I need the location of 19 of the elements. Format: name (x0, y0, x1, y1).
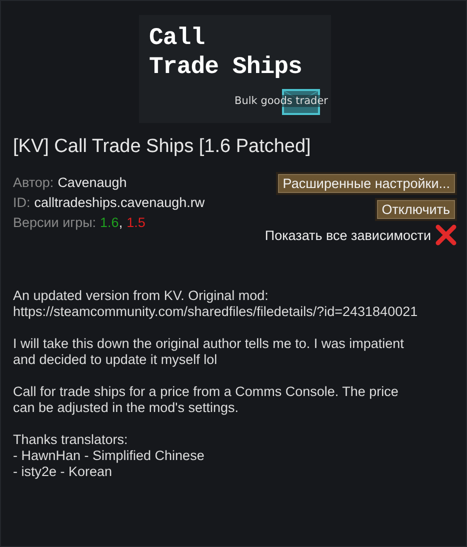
description-paragraph: I will take this down the original author tells me to. I was impatient and decided to update it myself lol (13, 336, 405, 368)
description-paragraph: Call for trade ships for a price from a Comms Console. The price can be adjusted in the mod's settings. (13, 384, 400, 416)
checkbox-cross-icon[interactable] (435, 224, 457, 246)
description-paragraph: An updated version from KV. Original mod: https://steamcommunity.com/sharedfiles/filedetails/?id=2431840021 (13, 288, 419, 320)
preview-caption: Bulk goods trader (234, 95, 329, 107)
game-version: 1.5 (126, 215, 146, 230)
mod-id: calltradeships.cavenaugh.rw (34, 195, 205, 210)
author-name: Cavenaugh (58, 175, 127, 190)
action-button[interactable]: Отключить (374, 198, 457, 221)
show-dependencies-label: Показать все зависимости (264, 228, 431, 242)
mod-title: [KV] Call Trade Ships [1.6 Patched] (13, 136, 312, 158)
game-version: 1.6 (100, 215, 119, 230)
description-paragraph: Thanks translators: - HawnHan - Simplified Chinese - isty2e - Korean (13, 432, 206, 480)
comma: , (118, 215, 123, 230)
preview-title: Call Trade Ships (148, 24, 303, 82)
action-button[interactable]: Расширенные настройки... (276, 172, 457, 195)
id-label: ID: (13, 195, 30, 210)
versions-label: Версии игры: (13, 215, 96, 230)
author-label: Автор: (13, 175, 54, 190)
